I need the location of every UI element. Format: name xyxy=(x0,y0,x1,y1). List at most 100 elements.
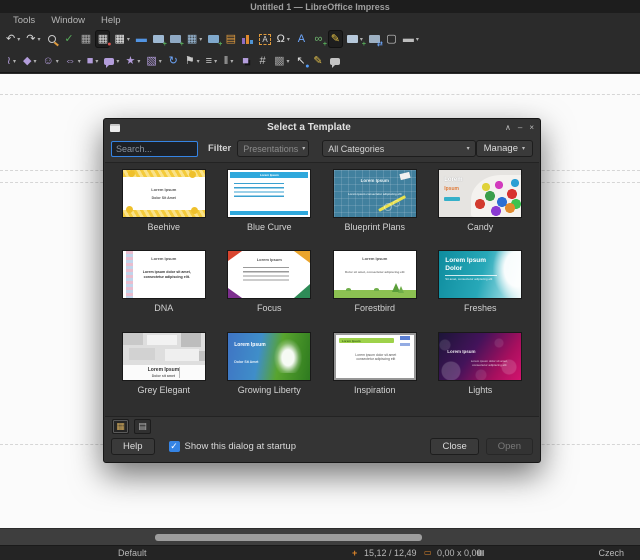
insert-table-icon[interactable]: ▦ ▾ xyxy=(185,30,204,48)
star-shapes-icon[interactable]: ★ ▾ xyxy=(123,52,142,70)
fontwork-icon[interactable]: A xyxy=(294,30,309,48)
text-box-blue-icon[interactable]: ▬ xyxy=(134,30,149,48)
dropdown-caret-icon: ▾ xyxy=(13,58,17,65)
template-item-beehive[interactable]: Lorem Ipsum Dolor Sit Amet Beehive xyxy=(111,170,217,251)
crop-image-icon[interactable]: # xyxy=(255,52,270,70)
duplicate-slide-icon[interactable]: ⇄ xyxy=(367,30,383,48)
header-footer-icon[interactable]: ▬ ▾ xyxy=(401,30,421,48)
dropdown-caret-icon: ▾ xyxy=(137,58,141,65)
template-item-inspiration[interactable]: Lorem Ipsum Lorem ipsum dolor sit amet c… xyxy=(322,332,428,414)
slide-properties-icon[interactable]: ▢ xyxy=(384,30,399,48)
thumb-subtitle: Dolor xyxy=(445,265,463,273)
shadow-icon[interactable]: ■ xyxy=(238,52,253,70)
template-thumbnail: Lorem Ipsum Lorem ipsum dolor sit amet, … xyxy=(439,332,522,380)
template-item-dna[interactable]: Lorem Ipsum Lorem ipsum dolor sit amet, … xyxy=(111,251,217,332)
template-item-blue-curve[interactable]: Lorem Ipsum Blue Curve xyxy=(217,170,323,251)
insert-chart-icon[interactable] xyxy=(240,30,255,48)
snap-to-grid-icon[interactable]: ▦ ● xyxy=(95,30,112,48)
insert-text-box-icon[interactable]: A xyxy=(257,30,272,48)
thumb-title: Lorem Ipsum xyxy=(147,366,180,373)
basic-shapes-icon[interactable]: ◆ ▾ xyxy=(21,52,38,70)
menu-tools[interactable]: Tools xyxy=(6,14,42,27)
auto-spellcheck-icon[interactable]: ✓ xyxy=(61,30,76,48)
badge-icon: + xyxy=(322,41,327,48)
distribution-icon[interactable]: ‖ ▾ xyxy=(221,52,236,70)
gallery-icon[interactable]: ▤ xyxy=(223,30,238,48)
template-name: Lights xyxy=(468,384,493,395)
template-thumbnail: Lorem Ipsum Dolor Sit Amet xyxy=(122,170,205,217)
shade-button[interactable]: ∧ xyxy=(505,123,511,132)
block-arrows-icon[interactable]: ⇔ ▾ xyxy=(63,52,83,70)
start-from-first-slide-icon[interactable]: + xyxy=(151,30,167,48)
dialog-titlebar[interactable]: Select a Template ∧ – × xyxy=(104,119,540,136)
menu-help[interactable]: Help xyxy=(94,14,128,27)
template-thumbnail: Lorem Ipsum Lorem ipsum dolor sit amet c… xyxy=(333,332,416,380)
3d-objects-icon[interactable]: ▧ ▾ xyxy=(144,52,163,70)
template-name: Forestbird xyxy=(354,303,395,314)
horizontal-scrollbar[interactable] xyxy=(0,528,640,545)
start-from-current-slide-icon[interactable]: + xyxy=(168,30,184,48)
symbol-shapes-icon[interactable]: ☺ ▾ xyxy=(40,52,60,70)
thumb-body: Lorem ipsum dolor sit amet, consectetur … xyxy=(470,358,508,367)
standard-toolbar: ↶ ▾ ↷ ▾ ✓ ▦ ▦ ● ▦ ▾ ▬ + + ▦ ▾ + ▤ A Ω ▾ A ∞ + ✎ + ▾ ⇄ ▢ ▬ ▾ xyxy=(0,28,640,50)
template-item-blueprint-plans[interactable]: Lorem Ipsum Lorem ipsum consectetur adip… xyxy=(322,170,428,251)
list-view-button[interactable]: ▤ xyxy=(134,419,151,434)
template-item-grey-elegant[interactable]: Lorem Ipsum Dolor sit amet Grey Elegant xyxy=(111,332,217,414)
template-item-freshes[interactable]: Lorem Ipsum Dolor Sit amet, consectetur … xyxy=(428,251,534,332)
template-thumbnail: Lorem Ipsum Lorem ipsum consectetur adip… xyxy=(333,170,416,217)
show-draw-functions-icon[interactable]: ✎ xyxy=(327,30,343,48)
template-item-candy[interactable]: Lorem Ipsum Candy xyxy=(428,170,534,251)
template-item-focus[interactable]: Lorem Ipsum Focus xyxy=(217,251,323,332)
template-item-forestbird[interactable]: Lorem Ipsum Dolor sit amet, consectetur … xyxy=(322,251,428,332)
template-name: Beehive xyxy=(147,222,181,232)
flowchart-icon[interactable]: ■ ▾ xyxy=(85,52,101,70)
filter-type-dropdown[interactable]: Presentations ▾ xyxy=(237,140,310,157)
badge-icon: ● xyxy=(107,41,112,48)
insert-image-icon[interactable]: + xyxy=(206,30,223,48)
template-thumbnail: Lorem Ipsum Dolor sit amet xyxy=(122,332,205,380)
template-item-growing-liberty[interactable]: Lorem Ipsum Dolor Sit Amet Growing Liber… xyxy=(217,332,323,414)
thumb-body: Sit amet, consectetur adipiscing elit xyxy=(445,277,493,282)
new-slide-icon[interactable]: + ▾ xyxy=(345,30,366,48)
insert-comment-icon[interactable] xyxy=(328,52,343,70)
close-window-button[interactable]: × xyxy=(529,123,534,132)
undo-icon[interactable]: ↶ ▾ xyxy=(4,30,22,48)
close-button[interactable]: Close xyxy=(430,438,479,455)
badge-icon: ⇄ xyxy=(377,41,383,48)
dropdown-caret-icon: ▾ xyxy=(230,58,234,65)
dropdown-caret-icon: ▾ xyxy=(55,58,59,65)
help-button[interactable]: Help xyxy=(111,438,155,455)
rotate-icon[interactable]: ↻ xyxy=(166,52,181,70)
image-filter-icon[interactable]: ▩ ▾ xyxy=(272,52,291,70)
table-icon[interactable]: ▦ ▾ xyxy=(112,30,131,48)
show-gluepoints-icon[interactable]: ✎ xyxy=(311,52,326,70)
language-status[interactable]: Czech xyxy=(598,548,624,558)
minimize-button[interactable]: – xyxy=(518,123,522,132)
find-replace-icon[interactable] xyxy=(44,30,59,48)
slide-style-status[interactable]: Default xyxy=(118,548,147,558)
curves-polygons-icon[interactable]: ≀ ▾ xyxy=(4,52,19,70)
open-button[interactable]: Open xyxy=(485,438,533,455)
badge-icon: ● xyxy=(305,63,310,70)
startup-checkbox[interactable]: ✓ xyxy=(168,441,180,452)
menu-window[interactable]: Window xyxy=(44,14,92,27)
horizontal-scrollbar-thumb[interactable] xyxy=(155,534,422,541)
search-input[interactable] xyxy=(111,140,198,157)
category-dropdown[interactable]: All Categories ▾ xyxy=(322,140,476,157)
hyperlink-icon[interactable]: ∞ + xyxy=(311,30,326,48)
callout-shapes-icon[interactable]: ▾ xyxy=(102,52,121,70)
badge-icon: + xyxy=(218,41,223,48)
display-grid-icon[interactable]: ▦ xyxy=(78,30,93,48)
dropdown-caret-icon: ▾ xyxy=(33,58,37,65)
manage-label: Manage xyxy=(483,143,518,154)
redo-icon[interactable]: ↷ ▾ xyxy=(24,30,42,48)
special-character-icon[interactable]: Ω ▾ xyxy=(275,30,292,48)
edit-points-icon[interactable]: ↖ ● xyxy=(294,52,309,70)
align-objects-icon[interactable]: ⚑ ▾ xyxy=(183,52,202,70)
badge-icon: + xyxy=(179,41,184,48)
template-item-lights[interactable]: Lorem Ipsum Lorem ipsum dolor sit amet, … xyxy=(428,332,534,414)
thumbnail-view-button[interactable]: ▦ xyxy=(112,419,129,434)
dropdown-caret-icon: ▾ xyxy=(77,58,81,65)
arrange-icon[interactable]: ≡ ▾ xyxy=(204,52,219,70)
manage-button[interactable]: Manage ▾ xyxy=(475,140,533,157)
